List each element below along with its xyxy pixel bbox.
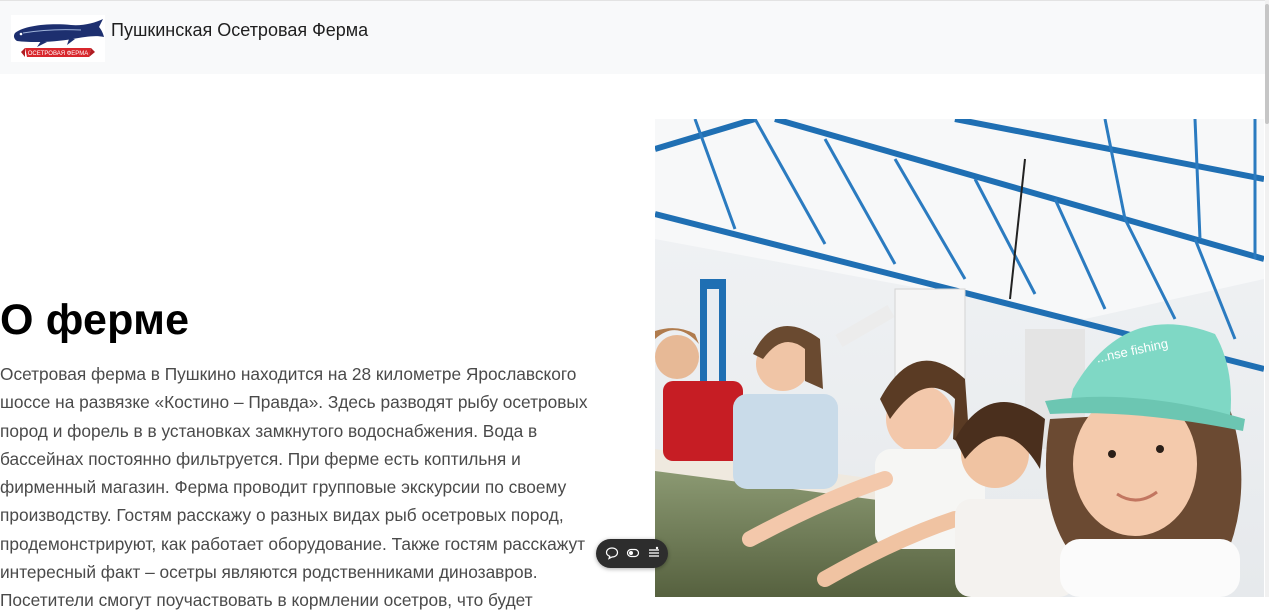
brand-name[interactable]: Пушкинская Осетровая Ферма (111, 20, 368, 41)
comment-icon[interactable] (605, 546, 619, 560)
floating-toolbar (596, 539, 668, 568)
scrollbar-thumb[interactable] (1265, 4, 1269, 124)
about-description: Осетровая ферма в Пушкино находится на 2… (0, 364, 588, 611)
farm-photo: ...nse fishing (655, 119, 1264, 597)
navbar: ОСЕТРОВАЯ ФЕРМА Пушкинская Осетровая Фер… (0, 0, 1265, 74)
page-title: О ферме (0, 296, 190, 344)
menu-icon[interactable] (647, 546, 661, 560)
logo-text: ОСЕТРОВАЯ ФЕРМА (28, 51, 89, 57)
toggle-icon[interactable] (626, 546, 640, 560)
sturgeon-logo[interactable]: ОСЕТРОВАЯ ФЕРМА (11, 15, 105, 62)
